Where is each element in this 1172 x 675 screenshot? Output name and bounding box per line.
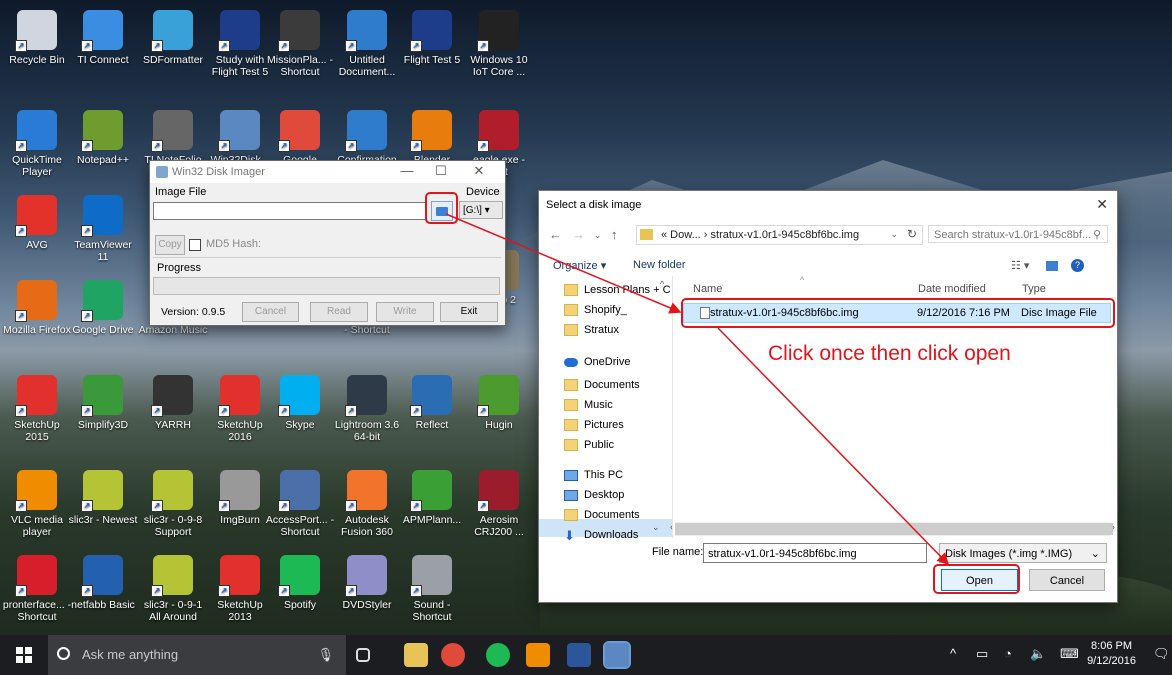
notifications-icon[interactable]: 🗨 xyxy=(1153,646,1170,662)
volume-icon[interactable]: 🔈 xyxy=(1030,646,1046,662)
clock[interactable]: 8:06 PM 9/12/2016 xyxy=(1087,639,1136,669)
network-icon[interactable]: ▭ xyxy=(976,646,988,662)
cortana-icon xyxy=(57,647,70,660)
word-icon[interactable] xyxy=(567,643,591,667)
task-view-icon[interactable] xyxy=(356,648,370,662)
cortana-search-box[interactable]: Ask me anything 🎙 xyxy=(48,635,346,675)
arrow-to-open-button xyxy=(717,327,950,566)
spotify-icon[interactable] xyxy=(486,643,510,667)
fusion-icon[interactable] xyxy=(526,643,550,667)
arrow-to-file-row xyxy=(445,213,682,314)
keyboard-icon[interactable]: ⌨ xyxy=(1060,646,1079,662)
clock-time: 8:06 PM xyxy=(1091,640,1133,652)
microphone-icon[interactable]: 🎙 xyxy=(317,647,334,663)
file-explorer-icon[interactable] xyxy=(404,643,428,667)
taskbar: Ask me anything 🎙 ^ ▭ ◔ 🔈 ⌨ 8:06 PM 9/12… xyxy=(0,635,1172,675)
search-placeholder: Ask me anything xyxy=(82,647,179,662)
chrome-icon[interactable] xyxy=(441,643,465,667)
start-button[interactable] xyxy=(16,647,32,663)
wifi-icon[interactable]: ◔ xyxy=(1004,646,1012,661)
chevron-up-icon[interactable]: ^ xyxy=(950,646,956,661)
annotation-arrows xyxy=(445,213,950,566)
clock-date: 9/12/2016 xyxy=(1087,655,1136,667)
win32-disk-imager-task-icon[interactable] xyxy=(603,641,631,669)
